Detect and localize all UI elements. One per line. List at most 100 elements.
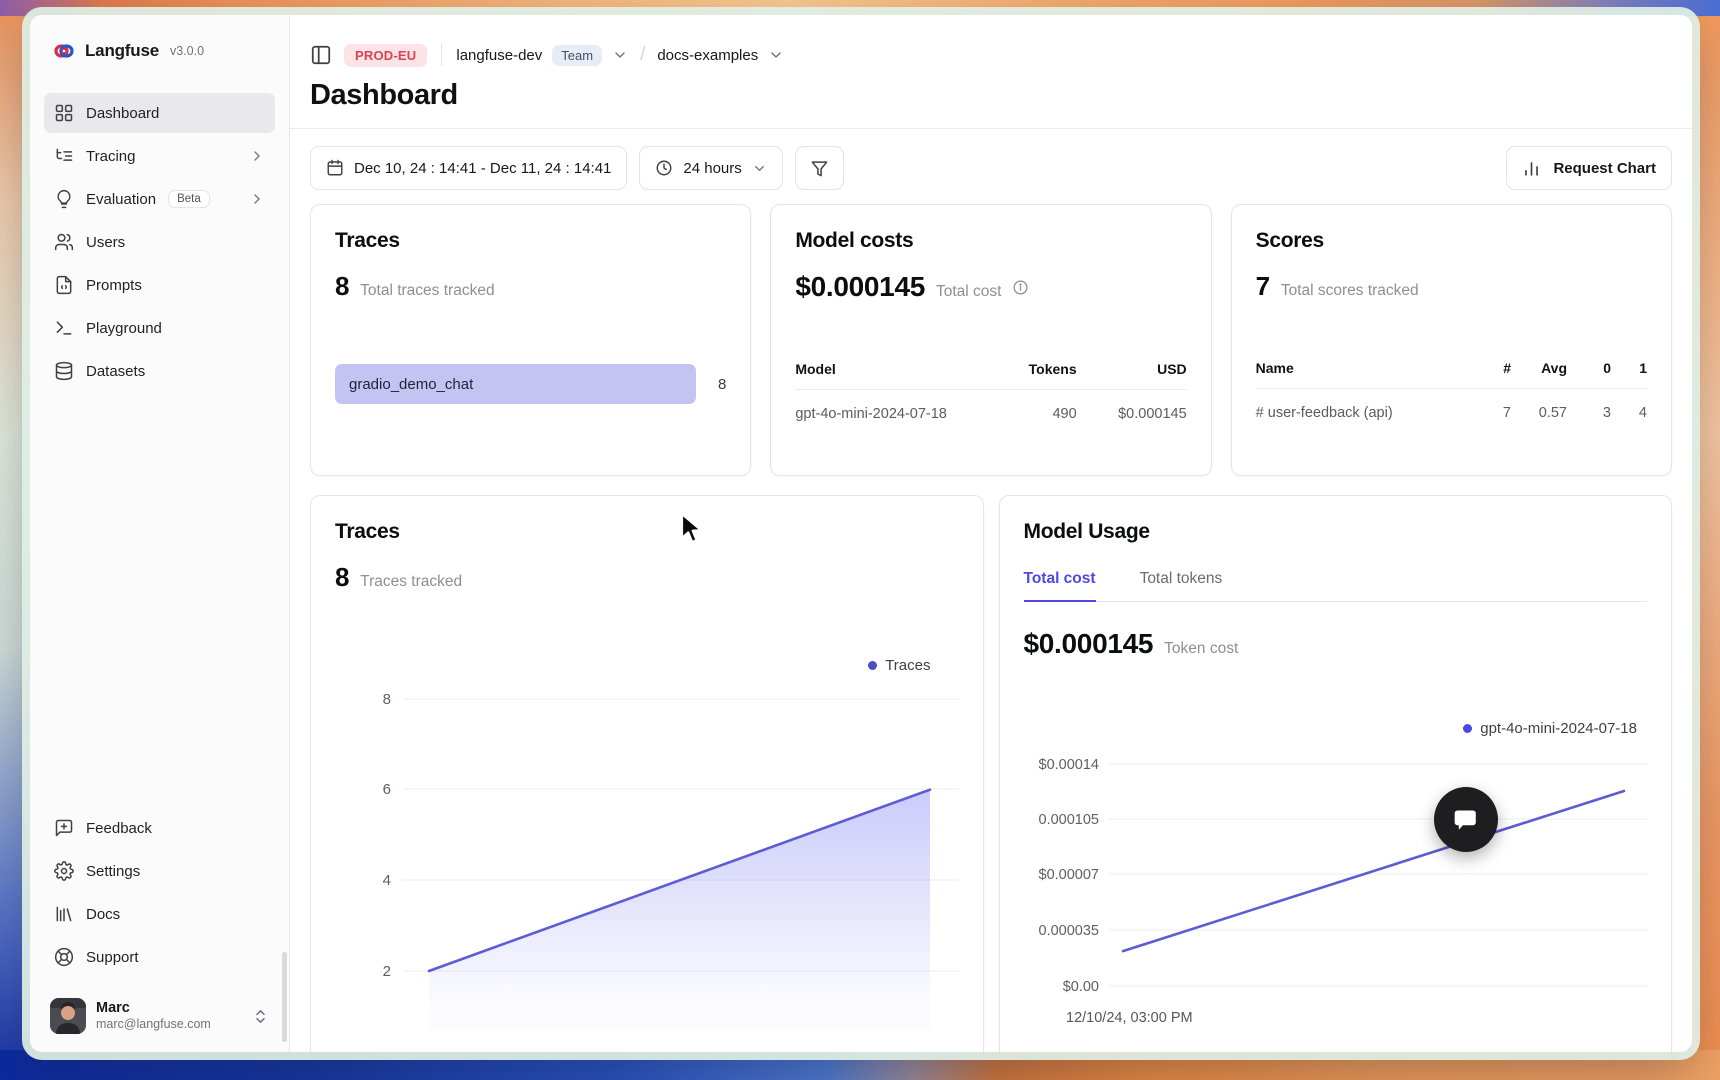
col-header: Avg (1511, 360, 1567, 376)
traces-total-value: 8 (335, 271, 349, 302)
sidebar-scrollbar[interactable] (282, 952, 287, 1042)
score-name-cell: # user-feedback (api) (1256, 405, 1467, 421)
svg-text:$0.00: $0.00 (1062, 979, 1098, 995)
sidebar-item-tracing[interactable]: Tracing (44, 136, 275, 176)
breadcrumb-divider (441, 44, 442, 66)
chevron-down-icon[interactable] (612, 47, 628, 63)
table-row[interactable]: gpt-4o-mini-2024-07-18 490 $0.000145 (795, 390, 1186, 422)
score-avg-cell: 0.57 (1511, 405, 1567, 421)
toolbar: Dec 10, 24 : 14:41 - Dec 11, 24 : 14:41 … (290, 129, 1692, 190)
model-costs-label: Total cost (936, 283, 1001, 301)
sidebar-item-label: Tracing (86, 148, 237, 165)
summary-cards-row: Traces 8 Total traces tracked gradio_dem… (310, 204, 1672, 476)
model-name-cell: gpt-4o-mini-2024-07-18 (795, 406, 1006, 422)
sidebar-item-playground[interactable]: Playground (44, 308, 275, 348)
traces-chart-card: Traces 8 Traces tracked Traces (310, 495, 984, 1052)
trace-name-bar[interactable]: gradio_demo_chat (335, 364, 696, 404)
tab-total-tokens[interactable]: Total tokens (1140, 570, 1223, 601)
scores-card: Scores 7 Total scores tracked Name # Avg… (1231, 204, 1672, 476)
message-plus-icon (54, 818, 74, 838)
chart-legend: Traces (335, 653, 959, 677)
trace-name-count: 8 (712, 376, 726, 393)
sidebar-item-users[interactable]: Users (44, 222, 275, 262)
svg-text:$0.00007: $0.00007 (1038, 867, 1098, 883)
beta-badge: Beta (168, 190, 210, 208)
col-header: Model (795, 361, 1006, 377)
trace-name-label: gradio_demo_chat (349, 376, 473, 393)
scores-table: Name # Avg 0 1 # user-feedback (api) 7 0… (1256, 360, 1647, 421)
library-icon (54, 904, 74, 924)
score-zero-cell: 3 (1567, 405, 1611, 421)
project-name[interactable]: docs-examples (657, 47, 758, 64)
panel-left-icon[interactable] (310, 43, 334, 67)
chart-legend: gpt-4o-mini-2024-07-18 (1024, 716, 1648, 740)
app-version: v3.0.0 (170, 44, 204, 58)
time-window-value: 24 hours (683, 160, 741, 177)
score-one-cell: 4 (1611, 405, 1647, 421)
svg-text:4: 4 (383, 872, 391, 889)
time-window-select[interactable]: 24 hours (639, 146, 782, 190)
token-cost-label: Token cost (1164, 640, 1238, 658)
traces-total-label: Total traces tracked (360, 282, 494, 300)
date-range-picker[interactable]: Dec 10, 24 : 14:41 - Dec 11, 24 : 14:41 (310, 146, 627, 190)
scores-total-value: 7 (1256, 271, 1270, 302)
chat-widget-button[interactable] (1434, 787, 1498, 852)
lightbulb-icon (54, 189, 74, 209)
usd-cell: $0.000145 (1077, 406, 1187, 422)
sidebar-item-docs[interactable]: Docs (44, 894, 275, 934)
traces-line-chart-svg: 8 6 4 2 (335, 653, 959, 1029)
model-usage-tabs: Total cost Total tokens (1024, 570, 1648, 602)
card-title: Scores (1256, 229, 1647, 253)
sidebar-item-settings[interactable]: Settings (44, 851, 275, 891)
card-title: Traces (335, 520, 959, 544)
traces-chart-label: Traces tracked (360, 573, 462, 591)
list-tree-icon (54, 146, 74, 166)
sidebar-item-label: Feedback (86, 820, 265, 837)
breadcrumb-slash: / (640, 44, 645, 66)
chevron-down-icon[interactable] (768, 47, 784, 63)
chevron-down-icon (752, 161, 767, 176)
environment-badge[interactable]: PROD-EU (344, 44, 427, 67)
user-menu[interactable]: Marc marc@langfuse.com (44, 990, 275, 1036)
col-header: USD (1077, 361, 1187, 377)
filter-button[interactable] (795, 146, 844, 190)
gear-icon (54, 861, 74, 881)
terminal-icon (54, 318, 74, 338)
langfuse-logo-icon (52, 39, 76, 63)
bar-chart-icon (1522, 159, 1541, 178)
tab-total-cost[interactable]: Total cost (1024, 570, 1096, 602)
card-title: Traces (335, 229, 726, 253)
svg-text:0.000105: 0.000105 (1038, 812, 1098, 828)
scores-total-label: Total scores tracked (1281, 282, 1419, 300)
card-title: Model costs (795, 229, 1186, 253)
model-usage-chart: gpt-4o-mini-2024-07-18 $0.00014 0.000105… (1024, 716, 1648, 1052)
sidebar-item-label: Docs (86, 906, 265, 923)
info-icon[interactable] (1012, 279, 1029, 296)
user-email: marc@langfuse.com (96, 1017, 242, 1033)
app-name: Langfuse (85, 41, 159, 61)
traces-chart: Traces 8 6 (335, 653, 959, 1052)
org-plan-badge: Team (552, 45, 602, 66)
sidebar-item-feedback[interactable]: Feedback (44, 808, 275, 848)
table-row[interactable]: # user-feedback (api) 7 0.57 3 4 (1256, 389, 1647, 421)
sidebar-item-label: Datasets (86, 363, 265, 380)
request-chart-label: Request Chart (1553, 160, 1656, 177)
traces-chart-value: 8 (335, 562, 349, 593)
page-title: Dashboard (310, 79, 1672, 112)
sidebar-item-label: Evaluation (86, 191, 156, 208)
sidebar-item-dashboard[interactable]: Dashboard (44, 93, 275, 133)
org-name[interactable]: langfuse-dev (456, 47, 542, 64)
model-costs-card: Model costs $0.000145 Total cost Model T… (770, 204, 1211, 476)
sidebar-item-label: Support (86, 949, 265, 966)
sidebar-item-support[interactable]: Support (44, 937, 275, 977)
sidebar-item-evaluation[interactable]: Evaluation Beta (44, 179, 275, 219)
chevron-right-icon (249, 191, 265, 207)
sidebar-item-datasets[interactable]: Datasets (44, 351, 275, 391)
legend-dot-icon (1463, 724, 1472, 733)
chevrons-up-down-icon (252, 1008, 269, 1025)
layout-grid-icon (54, 103, 74, 123)
app-window: Langfuse v3.0.0 Dashboard Tracing Evalua… (30, 15, 1692, 1052)
database-icon (54, 361, 74, 381)
sidebar-item-prompts[interactable]: Prompts (44, 265, 275, 305)
request-chart-button[interactable]: Request Chart (1506, 146, 1672, 190)
